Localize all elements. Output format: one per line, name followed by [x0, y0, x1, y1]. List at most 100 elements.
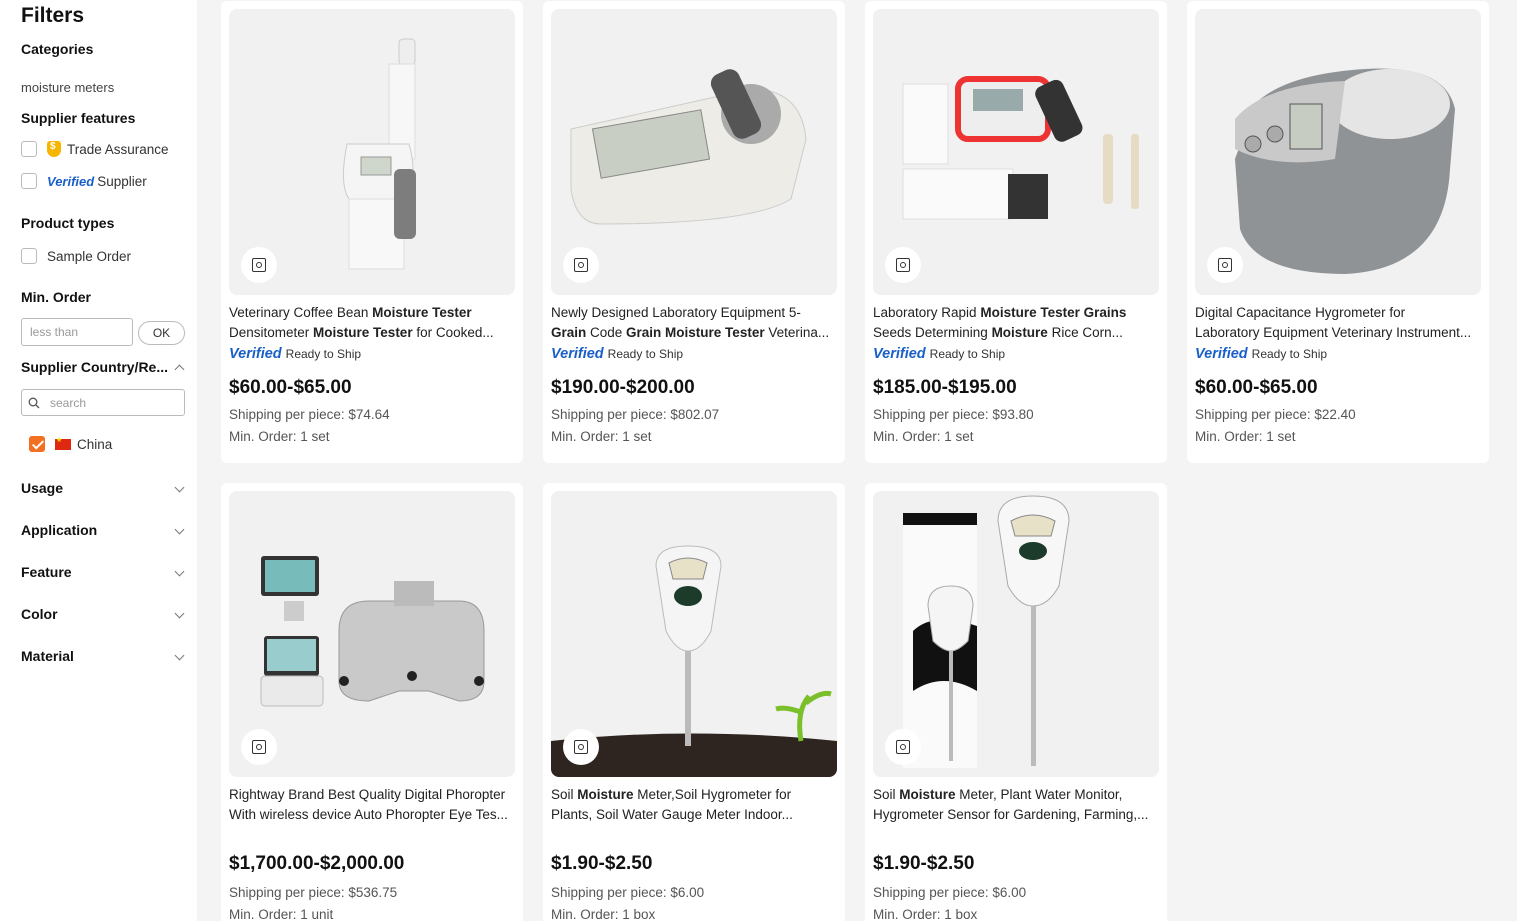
image-search-button[interactable]	[885, 247, 921, 283]
ready-to-ship-label: Ready to Ship	[929, 347, 1006, 361]
min-order: Min. Order: 1 box	[873, 907, 978, 921]
product-title-line: Rightway Brand Best Quality Digital Phor…	[229, 787, 506, 802]
usage-filter[interactable]: Usage	[21, 480, 63, 496]
filters-title: Filters	[21, 4, 85, 27]
product-card[interactable]: Digital Capacitance Hygrometer for Labora…	[1187, 1, 1489, 463]
product-title[interactable]: Rightway Brand Best Quality Digital Phor…	[229, 785, 517, 825]
min-order: Min. Order: 1 box	[551, 907, 656, 921]
product-image-container[interactable]	[873, 491, 1159, 777]
product-title-line: Laboratory Equipment Veterinary Instrume…	[1195, 325, 1472, 340]
country-search-input[interactable]: search	[21, 389, 185, 416]
product-types-title: Product types	[21, 215, 115, 231]
product-title[interactable]: Veterinary Coffee Bean Moisture Tester De…	[229, 303, 517, 343]
chevron-down-icon[interactable]	[174, 524, 185, 535]
image-search-icon	[252, 258, 266, 272]
sample-order-filter[interactable]: Sample Order	[21, 248, 131, 264]
product-image-container[interactable]	[1195, 9, 1481, 295]
min-order-ok-button[interactable]: OK	[138, 321, 185, 345]
min-order: Min. Order: 1 set	[1195, 429, 1296, 444]
shipping-cost: Shipping per piece: $22.40	[1195, 407, 1356, 422]
product-title-line: Hygrometer Sensor for Gardening, Farming…	[873, 807, 1149, 822]
country-search-placeholder: search	[50, 395, 87, 410]
image-search-button[interactable]	[563, 729, 599, 765]
product-card[interactable]: Rightway Brand Best Quality Digital Phor…	[221, 483, 523, 921]
verified-supplier-label: Supplier	[97, 173, 147, 189]
verified-supplier-filter[interactable]: Verified Supplier	[21, 173, 147, 189]
chevron-down-icon[interactable]	[174, 608, 185, 619]
product-title[interactable]: Newly Designed Laboratory Equipment 5- Gr…	[551, 303, 839, 343]
supplier-badge: Verified Ready to Ship	[551, 346, 683, 362]
product-title-line: Soil Moisture Meter, Plant Water Monitor…	[873, 787, 1123, 802]
product-title-line: Plants, Soil Water Gauge Meter Indoor...	[551, 807, 793, 822]
verified-logo: Verified	[229, 346, 282, 362]
product-image-container[interactable]	[551, 9, 837, 295]
sample-order-label: Sample Order	[47, 248, 132, 264]
image-search-icon	[574, 258, 588, 272]
image-search-button[interactable]	[241, 729, 277, 765]
ready-to-ship-label: Ready to Ship	[1251, 347, 1328, 361]
color-filter[interactable]: Color	[21, 606, 58, 622]
china-checkbox[interactable]	[29, 436, 45, 452]
product-card[interactable]: Newly Designed Laboratory Equipment 5- Gr…	[543, 1, 845, 463]
product-title-line: Laboratory Rapid Moisture Tester Grains	[873, 305, 1127, 320]
shipping-cost: Shipping per piece: $6.00	[551, 885, 705, 900]
supplier-country-title[interactable]: Supplier Country/Re...	[21, 359, 168, 375]
product-title-line: Soil Moisture Meter,Soil Hygrometer for	[551, 787, 792, 802]
material-filter[interactable]: Material	[21, 648, 74, 664]
country-china-filter[interactable]: China	[29, 436, 112, 452]
image-search-button[interactable]	[885, 729, 921, 765]
product-price: $185.00-$195.00	[873, 377, 1017, 398]
product-card[interactable]: Soil Moisture Meter,Soil Hygrometer for P…	[543, 483, 845, 921]
verified-logo: Verified	[47, 173, 95, 189]
supplier-badge: Verified Ready to Ship	[873, 346, 1005, 362]
product-title[interactable]: Digital Capacitance Hygrometer for Labora…	[1195, 303, 1483, 343]
product-title-line: Digital Capacitance Hygrometer for	[1195, 305, 1406, 320]
product-price: $60.00-$65.00	[229, 377, 352, 398]
image-search-icon	[574, 740, 588, 754]
product-card[interactable]: Laboratory Rapid Moisture Tester Grains S…	[865, 1, 1167, 463]
product-image-container[interactable]	[229, 491, 515, 777]
feature-filter[interactable]: Feature	[21, 564, 72, 580]
min-order: Min. Order: 1 set	[229, 429, 330, 444]
image-search-button[interactable]	[563, 247, 599, 283]
image-search-button[interactable]	[1207, 247, 1243, 283]
image-search-button[interactable]	[241, 247, 277, 283]
category-moisture-meters[interactable]: moisture meters	[21, 80, 114, 95]
shipping-cost: Shipping per piece: $536.75	[229, 885, 398, 900]
chevron-down-icon[interactable]	[174, 650, 185, 661]
min-order-title: Min. Order	[21, 289, 92, 305]
application-filter[interactable]: Application	[21, 522, 97, 538]
min-order-input[interactable]: less than	[21, 318, 133, 346]
trade-assurance-filter[interactable]: Trade Assurance	[21, 141, 169, 157]
shipping-cost: Shipping per piece: $74.64	[229, 407, 390, 422]
product-price: $1,700.00-$2,000.00	[229, 853, 405, 874]
image-search-icon	[252, 740, 266, 754]
product-title[interactable]: Laboratory Rapid Moisture Tester Grains S…	[873, 303, 1161, 343]
product-title[interactable]: Soil Moisture Meter, Plant Water Monitor…	[873, 785, 1161, 825]
product-price: $1.90-$2.50	[873, 853, 975, 874]
product-image-container[interactable]	[551, 491, 837, 777]
product-card[interactable]: Veterinary Coffee Bean Moisture Tester De…	[221, 1, 523, 463]
product-title-line: Densitometer Moisture Tester for Cooked.…	[229, 325, 494, 340]
min-order: Min. Order: 1 set	[873, 429, 974, 444]
categories-title: Categories	[21, 41, 94, 57]
trade-assurance-checkbox[interactable]	[21, 141, 37, 157]
sample-order-checkbox[interactable]	[21, 248, 37, 264]
chevron-down-icon[interactable]	[174, 566, 185, 577]
min-order: Min. Order: 1 unit	[229, 907, 334, 921]
product-title-line: With wireless device Auto Phoropter Eye …	[229, 807, 508, 822]
supplier-badge: Verified Ready to Ship	[1195, 346, 1327, 362]
image-search-icon	[896, 740, 910, 754]
chevron-down-icon[interactable]	[174, 482, 185, 493]
product-image-container[interactable]	[229, 9, 515, 295]
shipping-cost: Shipping per piece: $802.07	[551, 407, 720, 422]
product-title[interactable]: Soil Moisture Meter,Soil Hygrometer for P…	[551, 785, 839, 825]
trade-assurance-icon	[47, 141, 61, 157]
shipping-cost: Shipping per piece: $93.80	[873, 407, 1034, 422]
product-card[interactable]: Soil Moisture Meter, Plant Water Monitor…	[865, 483, 1167, 921]
china-flag-icon	[55, 436, 71, 450]
chevron-up-icon[interactable]	[174, 364, 185, 375]
verified-supplier-checkbox[interactable]	[21, 173, 37, 189]
product-image-container[interactable]	[873, 9, 1159, 295]
trade-assurance-label: Trade Assurance	[67, 141, 169, 157]
